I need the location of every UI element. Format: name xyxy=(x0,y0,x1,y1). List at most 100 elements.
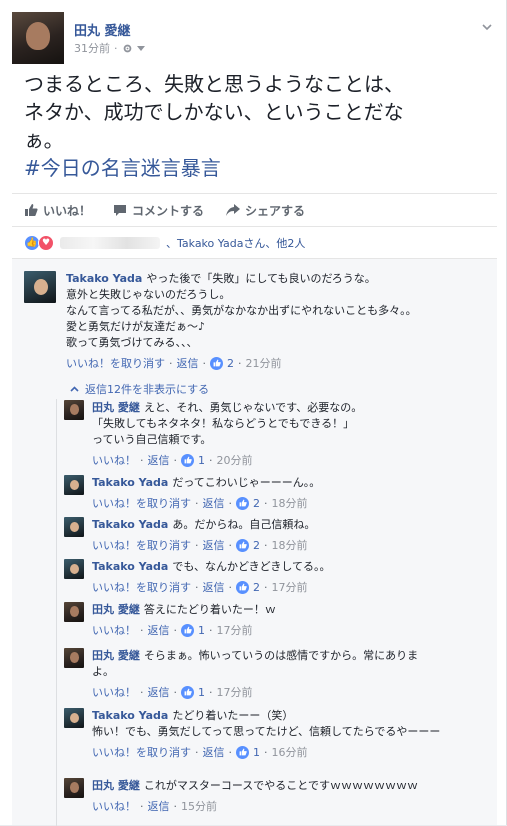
reply-meta: いいね！ · 返信 · 1 · 17分前 xyxy=(92,684,253,700)
reactions-summary[interactable]: 👍 ♥ 、Takako Yadaさん、他2人 xyxy=(24,234,305,252)
replier-avatar[interactable] xyxy=(64,517,84,537)
like-button[interactable]: いいね！ xyxy=(24,202,91,219)
reply-body: 田丸 愛継 そらまぁ。怖いっていうのは感情ですから。常にありま よ。 xyxy=(92,648,487,680)
reply-link[interactable]: 返信 xyxy=(148,798,170,814)
reply-first-line: Takako Yada でも、なんかどきどきしてる。。 xyxy=(92,559,487,575)
like-count[interactable]: 1 xyxy=(198,686,205,699)
like-count[interactable]: 1 xyxy=(253,746,260,759)
reply-link[interactable]: 返信 xyxy=(148,622,170,638)
separator-dot: · xyxy=(228,496,233,510)
replier-name[interactable]: 田丸 愛継 xyxy=(92,401,140,414)
reply-link[interactable]: 返信 xyxy=(203,744,225,760)
replier-name[interactable]: Takako Yada xyxy=(92,709,168,722)
replier-name[interactable]: 田丸 愛継 xyxy=(92,603,140,616)
reply-link[interactable]: 返信 xyxy=(177,355,199,371)
share-button[interactable]: シェアする xyxy=(226,202,305,219)
like-link[interactable]: いいね！を取り消す xyxy=(92,744,191,760)
replier-name[interactable]: Takako Yada xyxy=(92,560,168,573)
post-options-chevron-icon[interactable] xyxy=(482,22,492,32)
like-label: いいね！ xyxy=(43,203,92,218)
reply-link[interactable]: 返信 xyxy=(203,537,225,553)
separator-dot: · xyxy=(173,685,178,699)
hide-replies-link[interactable]: 返信12件を非表示にする xyxy=(70,381,209,397)
unlike-link[interactable]: いいね！を取り消す xyxy=(66,355,165,371)
comment-time[interactable]: 21分前 xyxy=(246,355,282,371)
comment-text: やった後で「失敗」にしても良いのだろうな。 xyxy=(146,272,376,285)
like-link[interactable]: いいね！を取り消す xyxy=(92,579,191,595)
like-count[interactable]: 2 xyxy=(253,539,260,552)
separator-dot: · xyxy=(173,799,178,813)
separator-dot: · xyxy=(173,453,178,467)
replier-avatar[interactable] xyxy=(64,475,84,495)
post-text-line: ぁ。 xyxy=(24,128,64,152)
separator-dot: · xyxy=(264,496,268,510)
post-meta: 31分前 · xyxy=(74,40,145,56)
like-count[interactable]: 1 xyxy=(198,624,205,637)
reply-time[interactable]: 18分前 xyxy=(272,495,308,511)
reply-link[interactable]: 返信 xyxy=(148,684,170,700)
reply-time[interactable]: 17分前 xyxy=(217,622,253,638)
hide-replies-label: 返信12件を非表示にする xyxy=(85,383,210,396)
like-count[interactable]: 2 xyxy=(253,497,260,510)
reply-link[interactable]: 返信 xyxy=(203,579,225,595)
like-link[interactable]: いいね！ xyxy=(92,452,136,468)
reply-text: っていう自己信頼です。 xyxy=(92,433,212,446)
like-count[interactable]: 1 xyxy=(198,454,205,467)
post-text-line: つまるところ、失敗と思うようなことは、 xyxy=(24,72,404,96)
replier-name[interactable]: 田丸 愛継 xyxy=(92,779,140,792)
like-count[interactable]: 2 xyxy=(253,581,260,594)
replier-name[interactable]: 田丸 愛継 xyxy=(92,649,140,662)
reply-time[interactable]: 20分前 xyxy=(217,452,253,468)
post-author[interactable]: 田丸 愛継 xyxy=(74,20,131,39)
replier-avatar[interactable] xyxy=(64,559,84,579)
hashtag-link[interactable]: #今日の名言迷言暴言 xyxy=(24,154,494,182)
thumbs-up-icon xyxy=(236,496,249,510)
replier-avatar[interactable] xyxy=(64,648,84,668)
thumbs-up-icon xyxy=(236,580,249,594)
gear-icon[interactable] xyxy=(122,43,133,54)
reply-time[interactable]: 16分前 xyxy=(272,744,308,760)
replier-avatar[interactable] xyxy=(64,602,84,622)
like-link[interactable]: いいね！ xyxy=(92,622,136,638)
reply-first-line: 田丸 愛継 これがマスターコースでやることですｗｗｗｗｗｗｗｗ xyxy=(92,778,487,794)
commenter-avatar[interactable] xyxy=(24,271,56,303)
reply-text: よ。 xyxy=(92,665,114,678)
separator-dot: · xyxy=(228,745,233,759)
separator-dot: · xyxy=(209,453,213,467)
reply-link[interactable]: 返信 xyxy=(148,452,170,468)
like-link[interactable]: いいね！を取り消す xyxy=(92,537,191,553)
post-time[interactable]: 31分前 xyxy=(74,40,110,56)
reply-meta: いいね！ · 返信 · 1 · 20分前 xyxy=(92,452,253,468)
comment-icon xyxy=(114,204,127,216)
separator-dot: · xyxy=(195,580,199,594)
replier-avatar[interactable] xyxy=(64,778,84,798)
replier-name[interactable]: Takako Yada xyxy=(92,518,168,531)
reply-meta: いいね！を取り消す · 返信 · 2 · 17分前 xyxy=(92,579,308,595)
reply-time[interactable]: 15分前 xyxy=(181,798,217,814)
reply-meta: いいね！ · 返信 · 1 · 17分前 xyxy=(92,622,253,638)
replier-avatar[interactable] xyxy=(64,400,84,420)
like-link[interactable]: いいね！ xyxy=(92,798,136,814)
like-link[interactable]: いいね！を取り消す xyxy=(92,495,191,511)
reply-time[interactable]: 17分前 xyxy=(272,579,308,595)
separator-dot: · xyxy=(114,41,118,55)
reactions-text[interactable]: 、Takako Yadaさん、他2人 xyxy=(166,235,305,251)
reply-text: あ。だからね。自己信頼ね。 xyxy=(172,518,316,531)
chevron-down-icon[interactable] xyxy=(136,44,145,52)
author-avatar[interactable] xyxy=(12,12,64,64)
replier-avatar[interactable] xyxy=(64,708,84,728)
reply-time[interactable]: 17分前 xyxy=(217,684,253,700)
commenter-name[interactable]: Takako Yada xyxy=(66,272,142,285)
reply-meta: いいね！を取り消す · 返信 · 2 · 18分前 xyxy=(92,537,308,553)
separator-dot: · xyxy=(264,745,268,759)
like-link[interactable]: いいね！ xyxy=(92,684,136,700)
comment-button[interactable]: コメントする xyxy=(113,202,204,219)
reply-meta: いいね！を取り消す · 返信 · 2 · 18分前 xyxy=(92,495,308,511)
reply-text: だってこわいじゃーーーん。。 xyxy=(172,476,321,489)
replier-name[interactable]: Takako Yada xyxy=(92,476,168,489)
like-count[interactable]: 2 xyxy=(227,357,234,370)
reply-link[interactable]: 返信 xyxy=(203,495,225,511)
reply-time[interactable]: 18分前 xyxy=(272,537,308,553)
separator-dot: · xyxy=(264,580,268,594)
comments-section: Takako Yada やった後で「失敗」にしても良いのだろうな。 意外と失敗じゃ… xyxy=(12,258,497,826)
